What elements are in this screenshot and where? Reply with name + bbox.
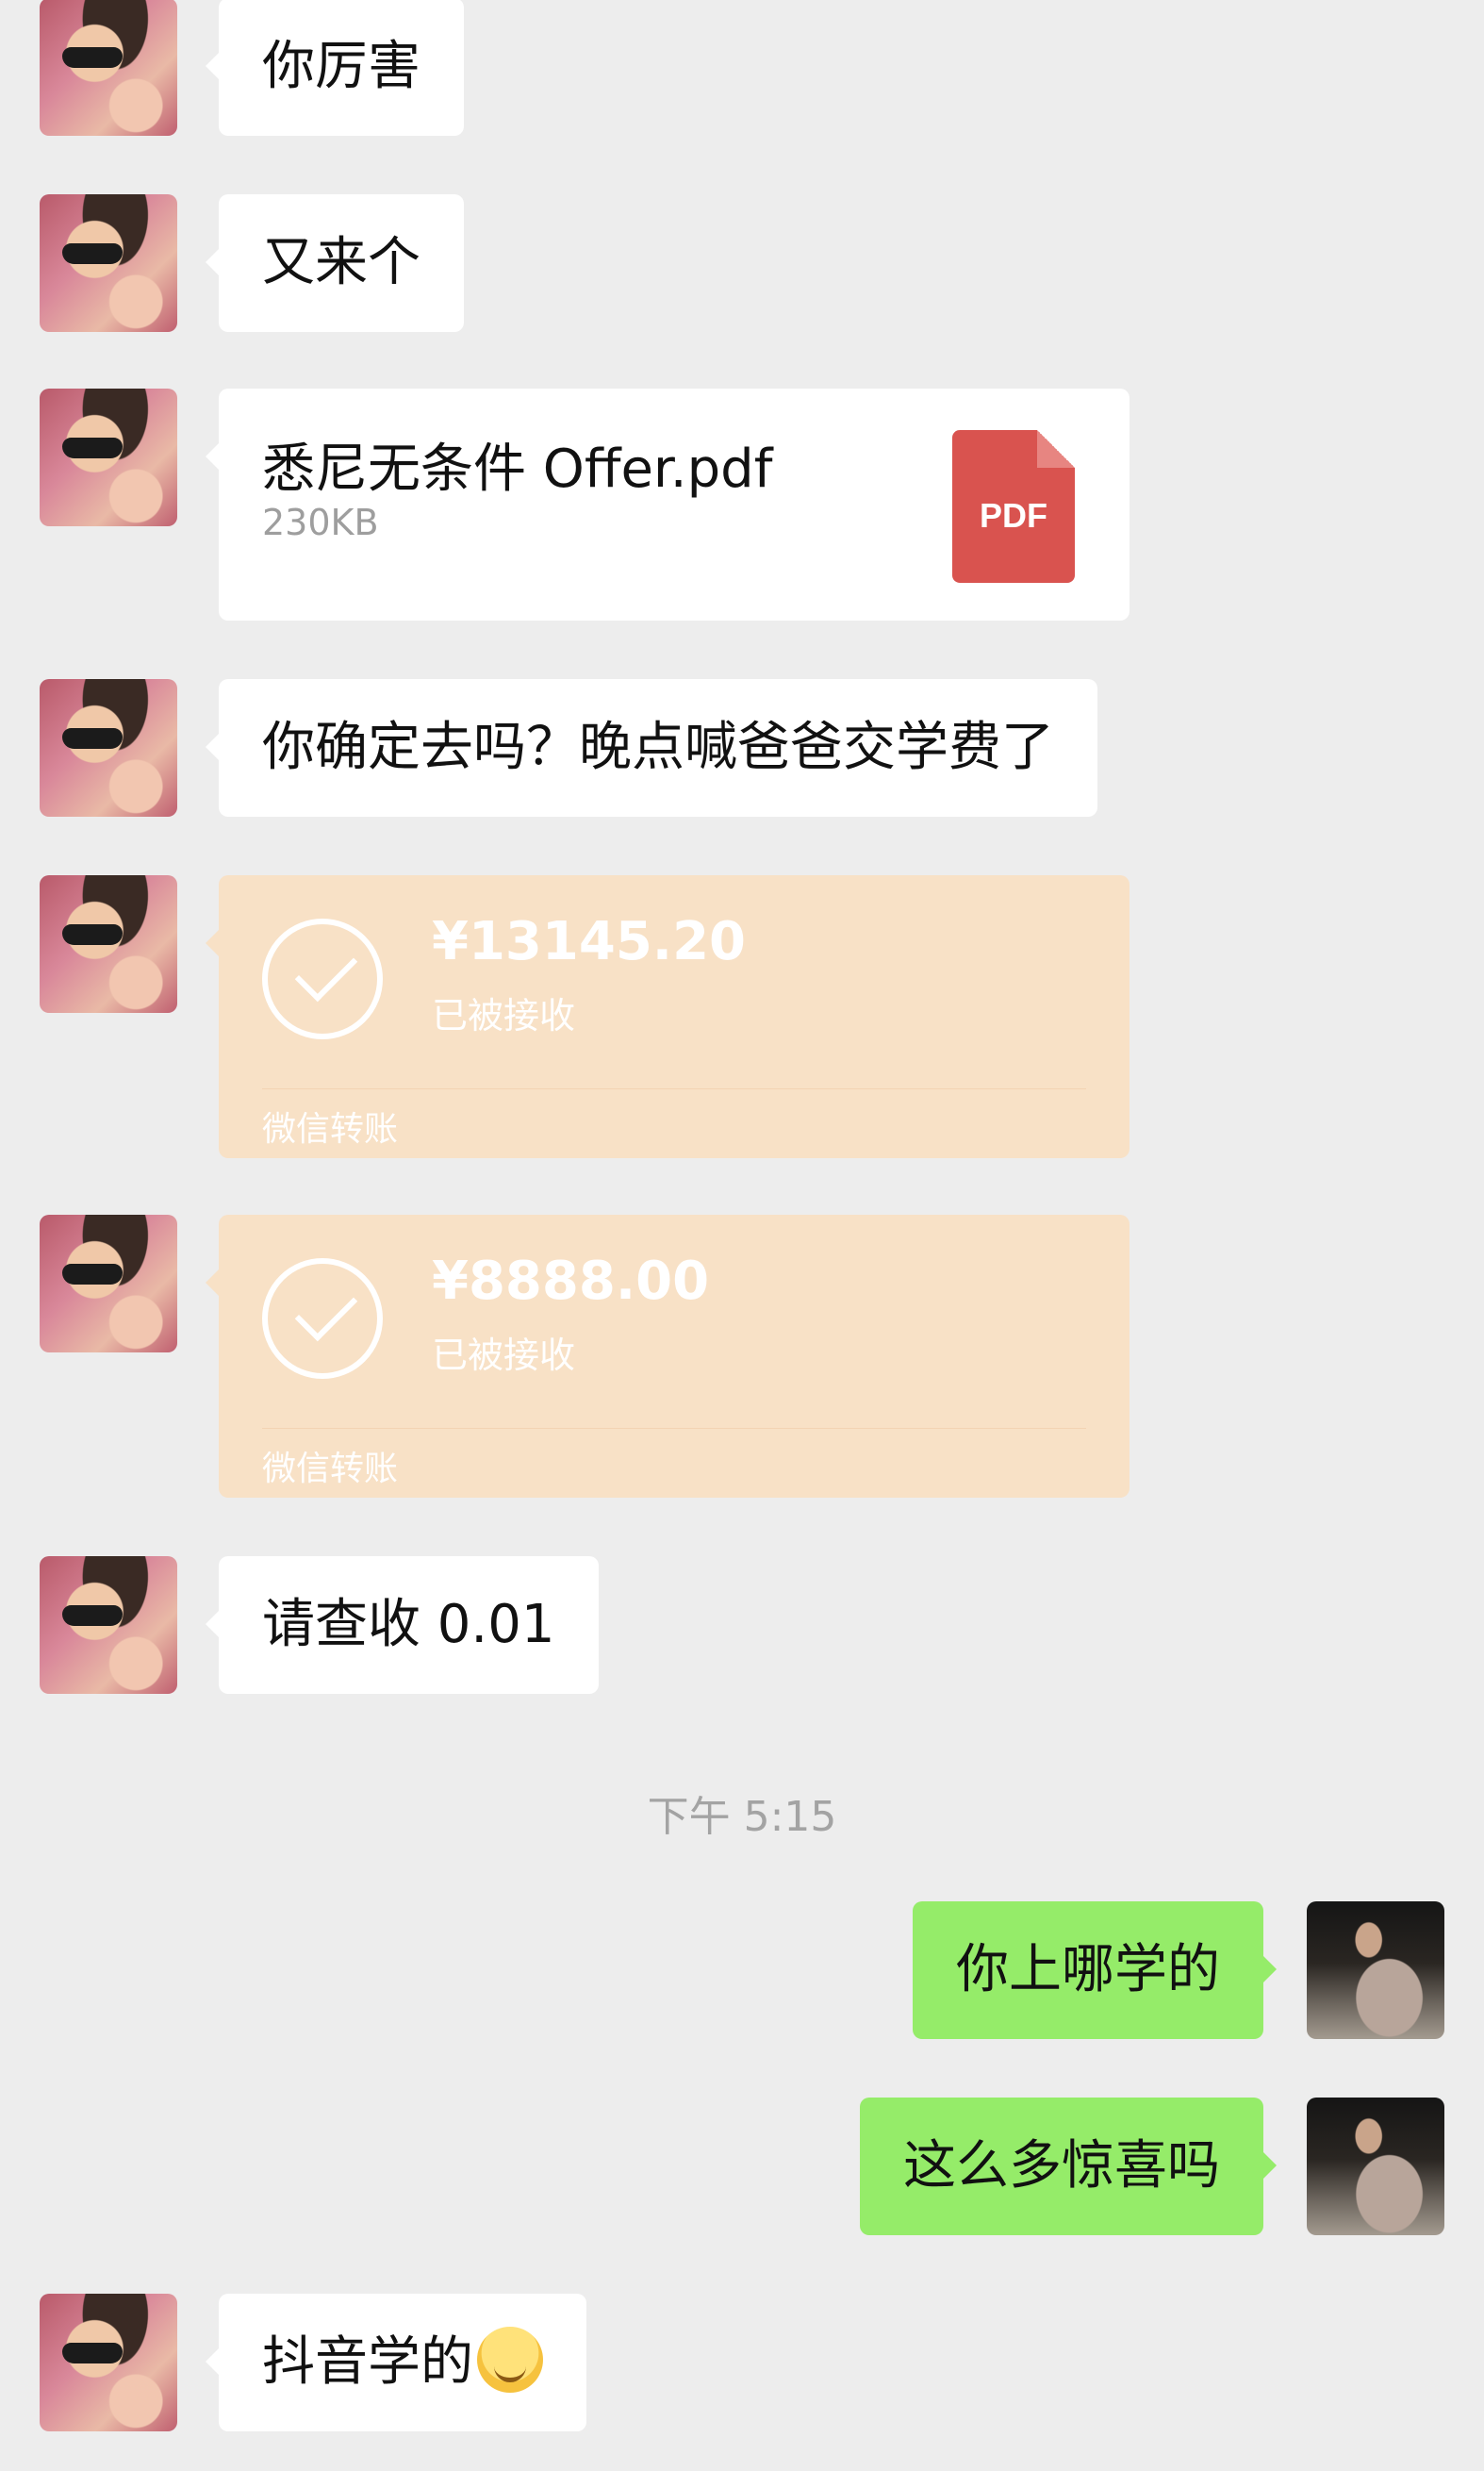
transfer-amount: ¥13145.20 (432, 911, 746, 972)
transfer-status: 已被接收 (432, 1335, 576, 1376)
contact-avatar[interactable] (40, 1556, 177, 1694)
contact-avatar[interactable] (40, 875, 177, 1013)
message-bubble[interactable]: 你确定去吗？晚点喊爸爸交学费了 (206, 679, 1097, 817)
contact-avatar[interactable] (40, 679, 177, 817)
transfer-label: 微信转账 (262, 1110, 399, 1149)
message-bubble[interactable]: 又来个 (206, 194, 464, 332)
self-message-bubble[interactable]: 你上哪学的 (913, 1901, 1277, 2039)
transfer-card[interactable]: ¥8888.00 已被接收 微信转账 (206, 1215, 1129, 1498)
contact-avatar[interactable] (40, 0, 177, 136)
transfer-amount: ¥8888.00 (432, 1251, 710, 1312)
timestamp: 下午 5:15 (647, 1793, 837, 1841)
contact-avatar[interactable] (40, 2294, 177, 2431)
pdf-icon: PDF (952, 430, 1075, 583)
transfer-card[interactable]: ¥13145.20 已被接收 微信转账 (206, 875, 1129, 1158)
transfer-status: 已被接收 (432, 995, 576, 1036)
file-size: 230KB (262, 502, 379, 543)
self-avatar[interactable] (1307, 1901, 1444, 2039)
check-circle-icon (262, 919, 383, 1039)
message-bubble[interactable]: 你厉害 (206, 0, 464, 136)
message-bubble[interactable]: 请查收 0.01 (206, 1556, 599, 1694)
contact-avatar[interactable] (40, 389, 177, 526)
check-circle-icon (262, 1258, 383, 1379)
self-avatar[interactable] (1307, 2098, 1444, 2235)
divider (262, 1088, 1086, 1089)
message-bubble[interactable]: 抖音学的 (206, 2294, 586, 2431)
hugging-face-emoji-icon (477, 2326, 543, 2393)
contact-avatar[interactable] (40, 1215, 177, 1352)
self-message-bubble[interactable]: 这么多惊喜吗 (860, 2098, 1277, 2235)
divider (262, 1428, 1086, 1429)
file-message[interactable]: 悉尼无条件 Offer.pdf 230KB PDF (206, 389, 1129, 621)
file-name: 悉尼无条件 Offer.pdf (262, 439, 773, 500)
transfer-label: 微信转账 (262, 1450, 399, 1488)
contact-avatar[interactable] (40, 194, 177, 332)
message-text: 抖音学的 (262, 2331, 473, 2393)
